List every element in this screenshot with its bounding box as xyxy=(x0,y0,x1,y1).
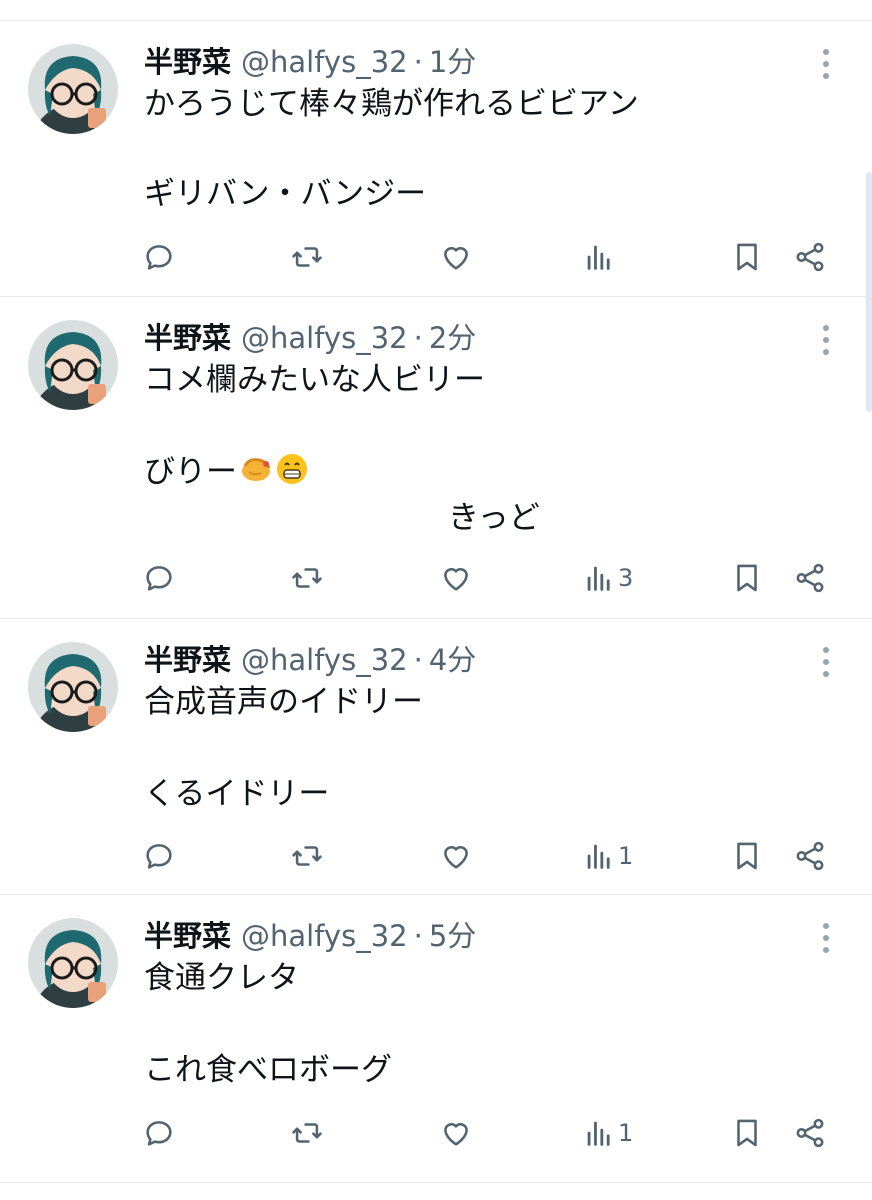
reply-icon xyxy=(146,1121,172,1146)
separator: · xyxy=(413,643,423,677)
share-button[interactable] xyxy=(793,239,827,275)
tweet-text-line: 合成音声のイドリー xyxy=(144,684,423,720)
reply-icon xyxy=(146,566,172,591)
avatar[interactable] xyxy=(28,44,118,134)
retweet-button[interactable] xyxy=(290,1115,324,1151)
avatar-image xyxy=(28,642,118,732)
timestamp[interactable]: 1分 xyxy=(429,44,476,80)
more-options-icon[interactable] xyxy=(818,322,834,358)
avatar[interactable] xyxy=(28,918,118,1008)
bookmark-icon xyxy=(737,564,757,592)
views-icon xyxy=(587,245,610,270)
author-handle[interactable]: @halfys_32 xyxy=(241,320,408,356)
views-icon xyxy=(587,566,610,591)
tweet-text-line: 食通クレタ xyxy=(144,960,299,996)
avatar-image xyxy=(28,918,118,1008)
views-count: 1 xyxy=(618,842,634,870)
tweet-header: 半野菜 @halfys_32 · 2分 xyxy=(144,320,476,356)
author-name[interactable]: 半野菜 xyxy=(144,642,231,678)
tweet-text-line: コメ欄みたいな人ビリー xyxy=(144,362,485,398)
retweet-icon xyxy=(292,247,322,267)
share-button[interactable] xyxy=(793,838,827,874)
more-options-icon[interactable] xyxy=(818,920,834,956)
author-name[interactable]: 半野菜 xyxy=(144,918,231,954)
pinching-hand-emoji xyxy=(242,458,271,481)
share-icon xyxy=(796,841,824,871)
bookmark-icon xyxy=(737,842,757,870)
retweet-icon xyxy=(292,568,322,588)
bookmark-icon xyxy=(737,1119,757,1147)
tweet[interactable]: 半野菜 @halfys_32 · 1分 かろうじて棒々鶏が作れるビビアン ギリバ… xyxy=(0,20,872,297)
reply-icon xyxy=(146,844,172,869)
tweet-text-line: きっど xyxy=(448,500,540,536)
author-name[interactable]: 半野菜 xyxy=(144,44,231,80)
like-button[interactable] xyxy=(439,239,473,275)
bookmark-button[interactable] xyxy=(730,239,764,275)
avatar-image xyxy=(28,320,118,410)
like-icon xyxy=(444,846,468,869)
retweet-button[interactable] xyxy=(290,838,324,874)
views-icon xyxy=(587,1121,610,1146)
grinning-face-emoji xyxy=(277,454,307,484)
tweet-text-line: これ食べロボーグ xyxy=(144,1052,392,1088)
avatar[interactable] xyxy=(28,320,118,410)
views-count: 3 xyxy=(618,564,634,592)
share-button[interactable] xyxy=(793,560,827,596)
timestamp[interactable]: 4分 xyxy=(429,642,476,678)
like-button[interactable] xyxy=(439,1115,473,1151)
like-button[interactable] xyxy=(439,560,473,596)
retweet-button[interactable] xyxy=(290,560,324,596)
tweet-text-line: かろうじて棒々鶏が作れるビビアン xyxy=(144,86,639,122)
bookmark-button[interactable] xyxy=(730,1115,764,1151)
share-icon xyxy=(796,1118,824,1148)
views-button[interactable] xyxy=(582,239,618,275)
timestamp[interactable]: 5分 xyxy=(429,918,476,954)
tweet-text-fragment: びりー xyxy=(144,454,237,490)
more-options-icon[interactable] xyxy=(818,644,834,680)
tweet[interactable]: 半野菜 @halfys_32 · 2分 コメ欄みたいな人ビリー びりー きっど … xyxy=(0,296,872,619)
like-icon xyxy=(444,568,468,591)
bookmark-button[interactable] xyxy=(730,560,764,596)
reply-button[interactable] xyxy=(142,838,176,874)
tweet-text-line: びりー xyxy=(144,452,309,492)
tweet-text-line: ギリバン・バンジー xyxy=(144,176,427,212)
reply-button[interactable] xyxy=(142,1115,176,1151)
retweet-icon xyxy=(292,846,322,866)
reply-icon xyxy=(146,245,172,270)
share-icon xyxy=(796,242,824,272)
avatar[interactable] xyxy=(28,642,118,732)
avatar-image xyxy=(28,44,118,134)
reply-button[interactable] xyxy=(142,239,176,275)
tweet-header: 半野菜 @halfys_32 · 5分 xyxy=(144,918,476,954)
tweet-text-line: くるイドリー xyxy=(144,776,330,812)
tweet[interactable]: 半野菜 @halfys_32 · 5分 食通クレタ これ食べロボーグ 1 xyxy=(0,894,872,1183)
bookmark-button[interactable] xyxy=(730,838,764,874)
separator: · xyxy=(413,919,423,953)
tweet-header: 半野菜 @halfys_32 · 1分 xyxy=(144,44,476,80)
more-options-icon[interactable] xyxy=(818,46,834,82)
like-icon xyxy=(444,247,468,270)
like-icon xyxy=(444,1123,468,1146)
separator: · xyxy=(413,45,423,79)
author-handle[interactable]: @halfys_32 xyxy=(241,44,408,80)
like-button[interactable] xyxy=(439,838,473,874)
retweet-icon xyxy=(292,1123,322,1143)
author-handle[interactable]: @halfys_32 xyxy=(241,918,408,954)
retweet-button[interactable] xyxy=(290,239,324,275)
share-button[interactable] xyxy=(793,1115,827,1151)
views-button[interactable]: 1 xyxy=(582,1115,633,1151)
views-count: 1 xyxy=(618,1119,634,1147)
timestamp[interactable]: 2分 xyxy=(429,320,476,356)
tweet[interactable]: 半野菜 @halfys_32 · 4分 合成音声のイドリー くるイドリー 1 xyxy=(0,618,872,895)
tweet-header: 半野菜 @halfys_32 · 4分 xyxy=(144,642,476,678)
reply-button[interactable] xyxy=(142,560,176,596)
views-button[interactable]: 3 xyxy=(582,560,633,596)
author-handle[interactable]: @halfys_32 xyxy=(241,642,408,678)
author-name[interactable]: 半野菜 xyxy=(144,320,231,356)
separator: · xyxy=(413,321,423,355)
share-icon xyxy=(796,563,824,593)
views-button[interactable]: 1 xyxy=(582,838,633,874)
views-icon xyxy=(587,844,610,869)
bookmark-icon xyxy=(737,243,757,271)
